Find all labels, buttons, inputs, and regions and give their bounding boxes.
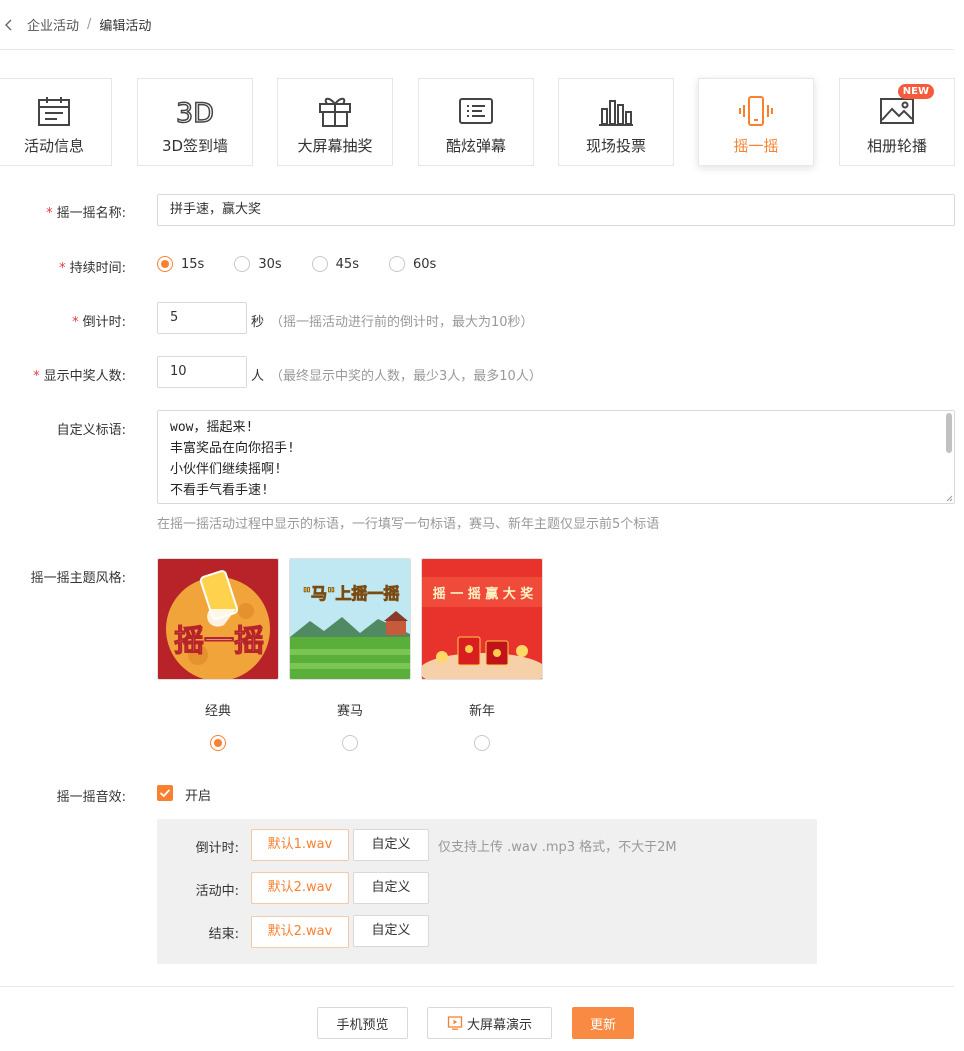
theme-option-newyear[interactable]: 摇 一 摇 赢 大 奖 新年	[421, 558, 543, 751]
radio-button[interactable]	[157, 256, 173, 272]
radio-button[interactable]	[311, 256, 328, 272]
mobile-preview-button[interactable]: 手机预览	[317, 1007, 408, 1039]
sound-row-label: 活动中:	[195, 884, 239, 899]
theme-classic-art-text: 摇一摇	[174, 624, 264, 659]
tab-label: 酷炫弹幕	[445, 137, 506, 155]
countdown-default-sound-button[interactable]: 默认1.wav	[251, 829, 349, 861]
radio-button[interactable]	[388, 256, 405, 272]
slogan-line: 小伙伴们继续摇啊!	[170, 462, 282, 477]
theme-horse-thumbnail[interactable]: "马"上摇一摇	[289, 558, 411, 680]
gift-icon	[319, 97, 351, 127]
sound-toggle-label: 开启	[185, 789, 212, 804]
countdown-custom-sound-button[interactable]: 自定义	[353, 829, 429, 861]
theme-name: 新年	[468, 704, 495, 719]
theme-label: 摇一摇主题风格:	[30, 571, 126, 586]
footer-divider	[0, 986, 954, 987]
theme-radio[interactable]	[210, 735, 226, 751]
breadcrumb: 企业活动 / 编辑活动	[0, 0, 954, 50]
tab-label: 现场投票	[585, 137, 646, 155]
shake-name-input[interactable]: 拼手速，赢大奖	[157, 194, 955, 226]
slogan-line: wow，摇起来!	[170, 420, 254, 435]
tab-label: 活动信息	[23, 137, 84, 155]
theme-newyear-art-text: 摇 一 摇 赢 大 奖	[433, 586, 535, 602]
theme-horse-art-text: "马"上摇一摇	[303, 584, 400, 603]
tab-danmaku[interactable]: 酷炫弹幕	[418, 78, 534, 166]
slogan-line: 丰富奖品在向你招手!	[170, 441, 295, 456]
duration-option-30s[interactable]: 30s	[234, 256, 282, 272]
duration-option-15s[interactable]: 15s	[157, 256, 204, 272]
sound-row-label: 倒计时:	[195, 841, 239, 856]
tab-3d-signin[interactable]: 3D 3D签到墙	[137, 78, 253, 166]
svg-text:3D: 3D	[176, 98, 214, 127]
sound-checkbox[interactable]	[157, 785, 173, 801]
countdown-unit: 秒	[251, 315, 265, 330]
theme-classic-thumbnail[interactable]: 摇一摇	[157, 558, 279, 680]
winners-label: * 显示中奖人数:	[33, 369, 126, 384]
slogan-line: 不看手气看手速!	[170, 483, 269, 498]
feature-tabs: 活动信息 3D 3D签到墙 大屏幕抽奖 酷炫弹幕 现场投票 摇一摇 相册轮播 N…	[0, 78, 964, 166]
end-custom-sound-button[interactable]: 自定义	[353, 915, 429, 947]
tab-shake[interactable]: 摇一摇	[698, 78, 814, 166]
picture-icon	[880, 98, 914, 124]
textarea-scrollbar[interactable]	[946, 413, 952, 453]
theme-radio[interactable]	[474, 735, 490, 751]
theme-name: 赛马	[336, 704, 363, 719]
breadcrumb-parent-link[interactable]: 企业活动	[27, 15, 79, 34]
sound-upload-hint: 仅支持上传 .wav .mp3 格式，不大于2M	[438, 840, 677, 855]
tab-activity-info[interactable]: 活动信息	[0, 78, 112, 166]
calendar-icon	[38, 97, 70, 126]
duration-label: * 持续时间:	[59, 261, 126, 276]
3d-icon: 3D	[175, 97, 214, 127]
radio-button[interactable]	[234, 256, 251, 272]
theme-options: 摇一摇 经典 "马"上摇一摇 赛马 摇 一 摇 赢 大 奖 新年	[157, 558, 553, 751]
bigscreen-demo-button[interactable]: 大屏幕演示	[427, 1007, 552, 1039]
shake-name-label: * 摇一摇名称:	[46, 206, 126, 221]
countdown-hint: （摇一摇活动进行前的倒计时，最大为10秒）	[270, 315, 534, 330]
phone-shake-icon	[739, 96, 773, 126]
duration-radio-group: 15s 30s 45s 60s	[157, 256, 466, 272]
slogan-label: 自定义标语:	[56, 423, 126, 438]
end-default-sound-button[interactable]: 默认2.wav	[251, 916, 349, 948]
update-button[interactable]: 更新	[572, 1007, 634, 1039]
tab-vote[interactable]: 现场投票	[558, 78, 674, 166]
sound-row-label: 结束:	[208, 927, 239, 942]
breadcrumb-current: 编辑活动	[99, 19, 152, 34]
tab-label: 大屏幕抽奖	[297, 137, 373, 155]
slogan-textarea[interactable]: wow，摇起来! 丰富奖品在向你招手! 小伙伴们继续摇啊! 不看手气看手速!	[157, 410, 955, 504]
tab-label: 摇一摇	[733, 137, 779, 155]
slogan-hint: 在摇一摇活动过程中显示的标语，一行填写一句标语，赛马、新年主题仅显示前5个标语	[157, 517, 660, 532]
theme-option-horse[interactable]: "马"上摇一摇 赛马	[289, 558, 411, 751]
theme-newyear-thumbnail[interactable]: 摇 一 摇 赢 大 奖	[421, 558, 543, 680]
bar-chart-icon	[599, 100, 633, 126]
new-badge: NEW	[897, 84, 934, 99]
tab-label: 相册轮播	[866, 137, 927, 155]
sound-settings-panel: 倒计时: 默认1.wav 自定义 仅支持上传 .wav .mp3 格式，不大于2…	[157, 819, 817, 964]
theme-name: 经典	[204, 704, 231, 719]
winners-input[interactable]: 10	[157, 356, 247, 388]
winners-hint: （最终显示中奖的人数，最少3人，最多10人）	[270, 369, 542, 384]
winners-unit: 人	[251, 369, 265, 384]
sound-label: 摇一摇音效:	[56, 790, 126, 805]
theme-radio[interactable]	[342, 735, 358, 751]
playing-default-sound-button[interactable]: 默认2.wav	[251, 872, 349, 904]
bigscreen-demo-label: 大屏幕演示	[466, 1017, 532, 1033]
danmaku-icon	[459, 98, 493, 124]
resize-grip-icon[interactable]	[945, 494, 953, 502]
duration-option-60s[interactable]: 60s	[388, 256, 436, 272]
tab-lottery[interactable]: 大屏幕抽奖	[277, 78, 393, 166]
countdown-input[interactable]: 5	[157, 302, 247, 334]
playing-custom-sound-button[interactable]: 自定义	[353, 872, 429, 904]
checkmark-icon	[159, 789, 171, 798]
tab-label: 3D签到墙	[161, 137, 229, 155]
breadcrumb-separator: /	[87, 17, 92, 32]
screen-play-icon	[447, 1016, 463, 1030]
countdown-label: * 倒计时:	[72, 315, 126, 330]
duration-option-45s[interactable]: 45s	[311, 256, 359, 272]
theme-option-classic[interactable]: 摇一摇 经典	[157, 558, 279, 751]
back-arrow-icon[interactable]	[2, 18, 16, 32]
tab-album[interactable]: 相册轮播 NEW	[839, 78, 955, 166]
